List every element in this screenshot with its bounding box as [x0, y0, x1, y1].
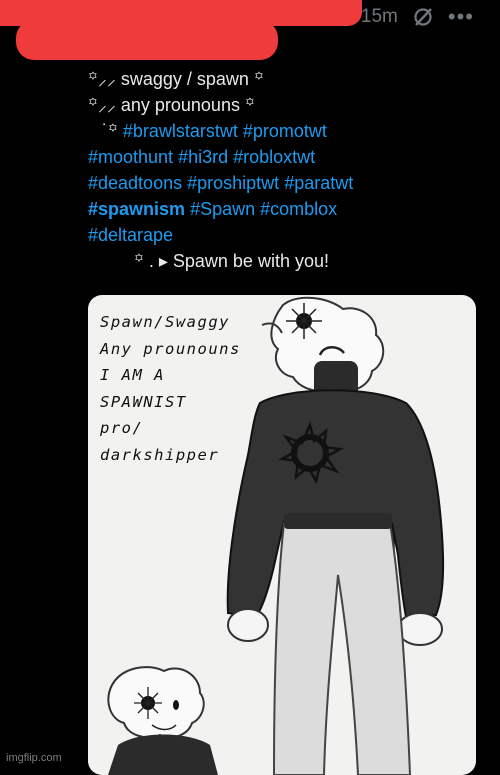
- sparkle-suffix: ꙳: [253, 69, 264, 89]
- hashtag-line: ˙꙳ #brawlstarstwt #promotwt: [88, 118, 488, 144]
- hashtag-line: #spawnism #Spawn #comblox: [88, 196, 488, 222]
- hashtag-line: #deltarape: [88, 222, 488, 248]
- sparkle-prefix: ꙳⸝⸝: [88, 95, 116, 115]
- attached-image[interactable]: Spawn/Swaggy Any prounouns I AM A SPAWNI…: [88, 295, 476, 775]
- grok-icon[interactable]: [412, 6, 434, 28]
- caption-line: Any prounouns: [100, 339, 241, 358]
- signoff-line: ꙳ . ▸ Spawn be with you!: [134, 251, 329, 271]
- bio-text: any prounouns: [115, 95, 245, 115]
- tweet-body: ꙳⸝⸝ swaggy / spawn ꙳ ꙳⸝⸝ any prounouns ꙳…: [88, 66, 488, 274]
- tweet-meta: 15m •••: [361, 4, 474, 30]
- bio-text: swaggy / spawn: [115, 69, 254, 89]
- more-icon[interactable]: •••: [448, 4, 474, 30]
- hashtag-link[interactable]: #hi3rd: [178, 147, 228, 167]
- sparkle-prefix: ꙳⸝⸝: [88, 69, 116, 89]
- hashtag-link[interactable]: #robloxtwt: [233, 147, 315, 167]
- caption-line: SPAWNIST: [100, 392, 187, 411]
- hashtag-link[interactable]: #brawlstarstwt: [123, 121, 238, 141]
- redaction-mark: [16, 20, 278, 60]
- caption-line: darkshipper: [100, 445, 220, 464]
- hashtag-link[interactable]: #comblox: [260, 199, 337, 219]
- hashtag-link[interactable]: #spawnism: [88, 199, 185, 219]
- caption-line: pro/: [100, 419, 144, 437]
- hashtag-link[interactable]: #Spawn: [190, 199, 255, 219]
- hashtag-line: #moothunt #hi3rd #robloxtwt: [88, 144, 488, 170]
- sparkle-suffix: ꙳: [244, 95, 255, 115]
- hashtag-link[interactable]: #deltarape: [88, 225, 173, 245]
- caption-line: Spawn/Swaggy: [100, 313, 230, 331]
- sparkle-prefix: ˙꙳: [102, 121, 123, 141]
- card-caption: Spawn/Swaggy Any prounouns I AM A SPAWNI…: [100, 309, 241, 468]
- hashtag-link[interactable]: #deadtoons: [88, 173, 182, 193]
- caption-line: I AM A: [100, 366, 165, 384]
- hashtag-link[interactable]: #paratwt: [284, 173, 353, 193]
- bio-line: ꙳⸝⸝ any prounouns ꙳: [88, 92, 488, 118]
- hashtag-link[interactable]: #proshiptwt: [187, 173, 279, 193]
- hashtag-link[interactable]: #moothunt: [88, 147, 173, 167]
- timestamp: 15m: [360, 6, 398, 27]
- hashtag-line: #deadtoons #proshiptwt #paratwt: [88, 170, 488, 196]
- bio-line: ꙳⸝⸝ swaggy / spawn ꙳: [88, 66, 488, 92]
- hashtag-link[interactable]: #promotwt: [243, 121, 327, 141]
- watermark: imgflip.com: [6, 752, 62, 764]
